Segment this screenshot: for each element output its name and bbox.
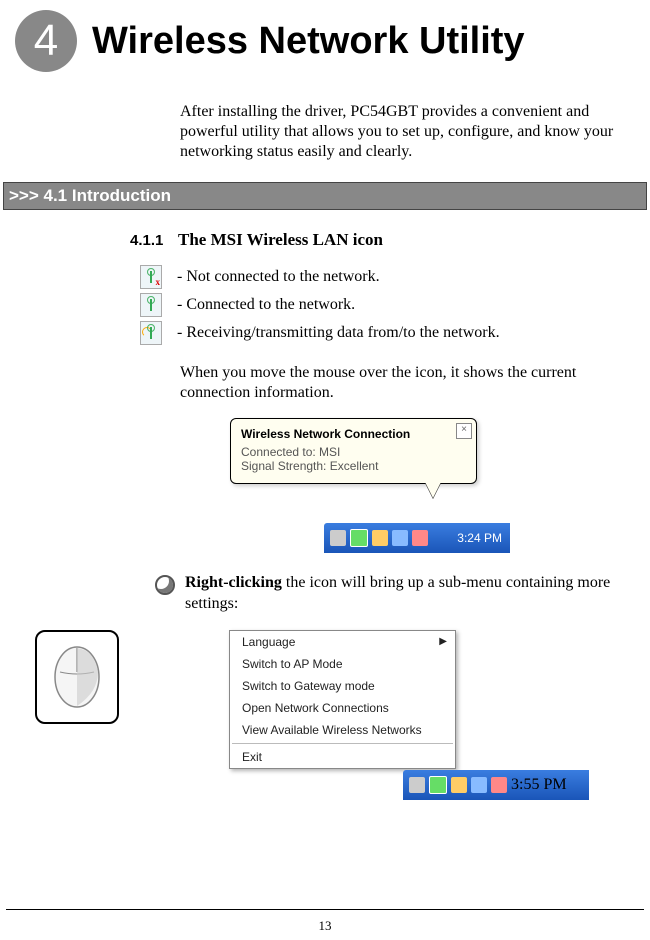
menu-item-ap-mode[interactable]: Switch to AP Mode bbox=[230, 653, 455, 675]
tray-icon[interactable] bbox=[409, 777, 425, 793]
tooltip-line: Connected to: MSI bbox=[241, 445, 466, 459]
note-bullet-icon bbox=[155, 575, 175, 595]
submenu-arrow-icon: ▶ bbox=[439, 636, 447, 647]
mouse-illustration bbox=[35, 630, 119, 724]
tray-icon-legend: x - Not connected to the network. - Conn… bbox=[140, 265, 650, 345]
legend-text: - Receiving/transmitting data from/to th… bbox=[177, 324, 500, 342]
menu-item-gateway-mode[interactable]: Switch to Gateway mode bbox=[230, 675, 455, 697]
menu-separator bbox=[232, 743, 453, 744]
subsection-title: The MSI Wireless LAN icon bbox=[178, 230, 383, 250]
context-menu-screenshot: Language ▶ Switch to AP Mode Switch to G… bbox=[229, 630, 589, 800]
context-menu: Language ▶ Switch to AP Mode Switch to G… bbox=[229, 630, 456, 769]
tooltip-screenshot: × Wireless Network Connection Connected … bbox=[230, 418, 510, 553]
tooltip-title: Wireless Network Connection bbox=[241, 427, 466, 441]
menu-item-network-connections[interactable]: Open Network Connections bbox=[230, 697, 455, 719]
wlan-tray-icon[interactable] bbox=[350, 529, 368, 547]
wlan-connected-icon bbox=[140, 293, 162, 317]
intro-paragraph: After installing the driver, PC54GBT pro… bbox=[180, 102, 650, 162]
legend-row-activity: - Receiving/transmitting data from/to th… bbox=[140, 321, 650, 345]
taskbar-clock: 3:55 PM bbox=[511, 776, 567, 794]
legend-row-disconnected: x - Not connected to the network. bbox=[140, 265, 650, 289]
rightclick-lead: Right-clicking bbox=[185, 574, 282, 591]
mouse-icon bbox=[50, 642, 105, 712]
footer-rule bbox=[6, 909, 644, 910]
menu-item-exit[interactable]: Exit bbox=[230, 746, 455, 768]
tray-icon[interactable] bbox=[471, 777, 487, 793]
menu-item-available-networks[interactable]: View Available Wireless Networks bbox=[230, 719, 455, 741]
tooltip-line: Signal Strength: Excellent bbox=[241, 459, 466, 473]
page-number: 13 bbox=[0, 918, 650, 934]
tray-icon[interactable] bbox=[372, 530, 388, 546]
context-menu-area: Language ▶ Switch to AP Mode Switch to G… bbox=[35, 630, 650, 800]
taskbar: 3:55 PM bbox=[403, 770, 589, 800]
rightclick-text: Right-clicking the icon will bring up a … bbox=[185, 573, 646, 615]
taskbar: 3:24 PM bbox=[324, 523, 510, 553]
legend-row-connected: - Connected to the network. bbox=[140, 293, 650, 317]
tray-icon[interactable] bbox=[330, 530, 346, 546]
tray-icon[interactable] bbox=[392, 530, 408, 546]
connection-tooltip: × Wireless Network Connection Connected … bbox=[230, 418, 477, 484]
subsection-number: 4.1.1 bbox=[130, 232, 178, 249]
chapter-header: 4 Wireless Network Utility bbox=[0, 0, 650, 72]
rightclick-note: Right-clicking the icon will bring up a … bbox=[155, 573, 646, 615]
legend-text: - Not connected to the network. bbox=[177, 268, 380, 286]
wlan-tray-icon[interactable] bbox=[429, 776, 447, 794]
wlan-activity-icon bbox=[140, 321, 162, 345]
menu-item-label: Language bbox=[242, 635, 295, 649]
close-icon[interactable]: × bbox=[456, 423, 472, 439]
chapter-number-badge: 4 bbox=[15, 10, 77, 72]
tray-icon[interactable] bbox=[451, 777, 467, 793]
tray-icon[interactable] bbox=[491, 777, 507, 793]
menu-item-language[interactable]: Language ▶ bbox=[230, 631, 455, 653]
hover-description: When you move the mouse over the icon, i… bbox=[180, 363, 646, 403]
wlan-disconnected-icon: x bbox=[140, 265, 162, 289]
tray-icon[interactable] bbox=[412, 530, 428, 546]
section-header: >>> 4.1 Introduction bbox=[3, 182, 647, 210]
legend-text: - Connected to the network. bbox=[177, 296, 355, 314]
taskbar-clock: 3:24 PM bbox=[457, 531, 502, 545]
subsection-header: 4.1.1 The MSI Wireless LAN icon bbox=[130, 230, 650, 250]
chapter-title: Wireless Network Utility bbox=[92, 20, 525, 63]
